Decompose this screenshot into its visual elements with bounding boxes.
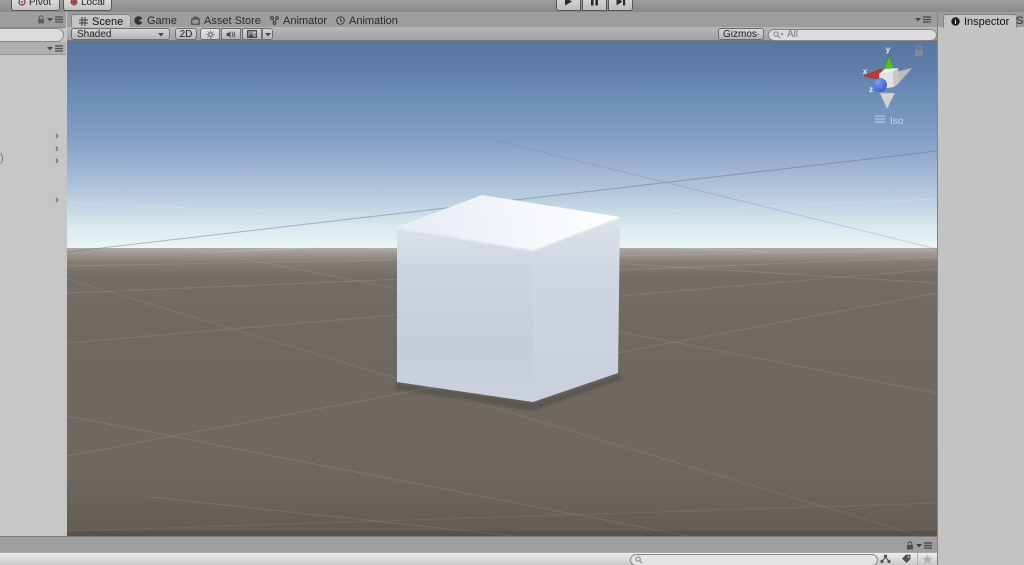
star-icon	[922, 554, 933, 564]
left-side-panel: › › › › )	[0, 12, 68, 536]
animator-graph-icon	[270, 16, 279, 25]
cube-object[interactable]	[394, 195, 623, 411]
tab-asset-store[interactable]: Asset Store	[184, 14, 268, 27]
clock-icon	[336, 16, 345, 25]
foldout-chevron[interactable]: ›	[55, 155, 59, 167]
scene-search-field[interactable]: All	[768, 28, 937, 41]
hamburger-menu-icon[interactable]	[55, 45, 63, 52]
bottom-panel-header	[0, 536, 937, 552]
pivot-icon	[18, 0, 26, 6]
sun-icon	[205, 29, 215, 39]
hamburger-menu-icon[interactable]	[55, 16, 63, 23]
viewport-lock-icon[interactable]	[915, 45, 923, 56]
step-button[interactable]	[608, 0, 633, 11]
tag-icon	[902, 554, 911, 563]
info-icon: i	[951, 17, 960, 26]
tab-game[interactable]: Game	[127, 14, 184, 27]
local-globe-icon	[70, 0, 78, 6]
chevron-down-icon	[756, 33, 759, 35]
tab-scene[interactable]: Scene	[71, 14, 132, 28]
gizmo-axis-z-sphere[interactable]	[873, 78, 887, 92]
scene-tab-bar: Scene Game Asset Store Animator Animatio…	[67, 12, 937, 28]
pause-button[interactable]	[582, 0, 607, 11]
search-icon	[635, 556, 643, 564]
tab-services-partial[interactable]: Se	[1014, 14, 1024, 27]
gizmos-dropdown[interactable]: Gizmos	[718, 28, 764, 40]
pivot-label: Pivot	[29, 0, 52, 8]
projection-control[interactable]: Iso	[875, 115, 904, 127]
dropdown-arrow-icon[interactable]	[47, 17, 53, 22]
scene-view-toolbar: Shaded 2D Gizmos All	[67, 27, 937, 41]
project-search-field[interactable]	[630, 554, 878, 565]
scene-viewport[interactable]: y x z Iso	[67, 41, 937, 536]
clipped-text-fragment: )	[0, 152, 4, 164]
image-icon	[247, 30, 257, 38]
axis-z-label: z	[869, 85, 873, 94]
play-icon	[565, 0, 572, 6]
lock-icon[interactable]	[906, 541, 914, 550]
foldout-chevron[interactable]: ›	[55, 130, 59, 142]
scene-effects-toggle[interactable]	[242, 28, 262, 40]
pause-icon	[591, 0, 598, 6]
axis-y-label: y	[886, 45, 891, 54]
chevron-down-icon	[158, 32, 164, 36]
store-box-icon	[191, 16, 200, 25]
local-button[interactable]: Local	[63, 0, 112, 11]
dropdown-arrow-icon[interactable]	[916, 543, 922, 548]
dropdown-arrow-icon[interactable]	[47, 46, 53, 51]
favorites-button[interactable]	[917, 553, 937, 565]
iso-menu-icon	[875, 115, 885, 123]
tab-animator[interactable]: Animator	[263, 14, 334, 27]
tab-animation[interactable]: Animation	[329, 14, 405, 27]
pivot-button[interactable]: Pivot	[11, 0, 60, 11]
hamburger-menu-icon[interactable]	[923, 16, 931, 23]
shading-mode-dropdown[interactable]: Shaded	[71, 28, 170, 40]
cube-left-face	[397, 227, 533, 402]
orientation-gizmo[interactable]: y x z	[863, 45, 913, 110]
hamburger-menu-icon[interactable]	[924, 542, 932, 549]
bottom-toolbar	[0, 552, 937, 565]
grid-icon	[79, 17, 88, 26]
unity-editor-window: Pivot Local › › › ›) Scene Game Asset S…	[0, 0, 1024, 565]
projection-label: Iso	[890, 116, 904, 127]
chevron-down-icon	[264, 32, 271, 36]
nodes-icon	[880, 554, 891, 564]
left-panel-header	[0, 12, 66, 28]
left-panel-search-field[interactable]	[0, 28, 64, 42]
scene-lighting-toggle[interactable]	[200, 28, 220, 40]
speaker-icon	[226, 30, 236, 38]
left-panel-subheader	[0, 42, 66, 55]
svg-text:i: i	[955, 19, 957, 26]
foldout-chevron[interactable]: ›	[55, 194, 59, 206]
tab-inspector[interactable]: i Inspector	[943, 14, 1018, 28]
dropdown-arrow-icon[interactable]	[915, 17, 921, 22]
collab-nodes-button[interactable]	[876, 553, 895, 565]
2d-toggle-button[interactable]: 2D	[175, 28, 197, 40]
gizmo-axis-gray-down[interactable]	[879, 92, 896, 110]
scene-panel: Scene Game Asset Store Animator Animatio…	[67, 12, 937, 536]
search-icon	[773, 30, 784, 38]
play-button[interactable]	[556, 0, 581, 11]
inspector-panel: i Inspector Se	[937, 12, 1024, 565]
viewport-overlay: y x z Iso	[67, 45, 937, 536]
scene-search-value: All	[787, 29, 799, 40]
inspector-tab-bar: i Inspector Se	[938, 12, 1024, 28]
local-label: Local	[81, 0, 105, 8]
game-view-icon	[134, 16, 143, 25]
foldout-chevron[interactable]: ›	[55, 143, 59, 155]
lock-icon[interactable]	[37, 15, 45, 24]
scene-audio-toggle[interactable]	[221, 28, 241, 40]
axis-x-label: x	[863, 67, 868, 76]
asset-labels-button[interactable]	[897, 553, 916, 565]
effects-dropdown-arrow[interactable]	[262, 28, 273, 40]
step-icon	[616, 0, 625, 6]
